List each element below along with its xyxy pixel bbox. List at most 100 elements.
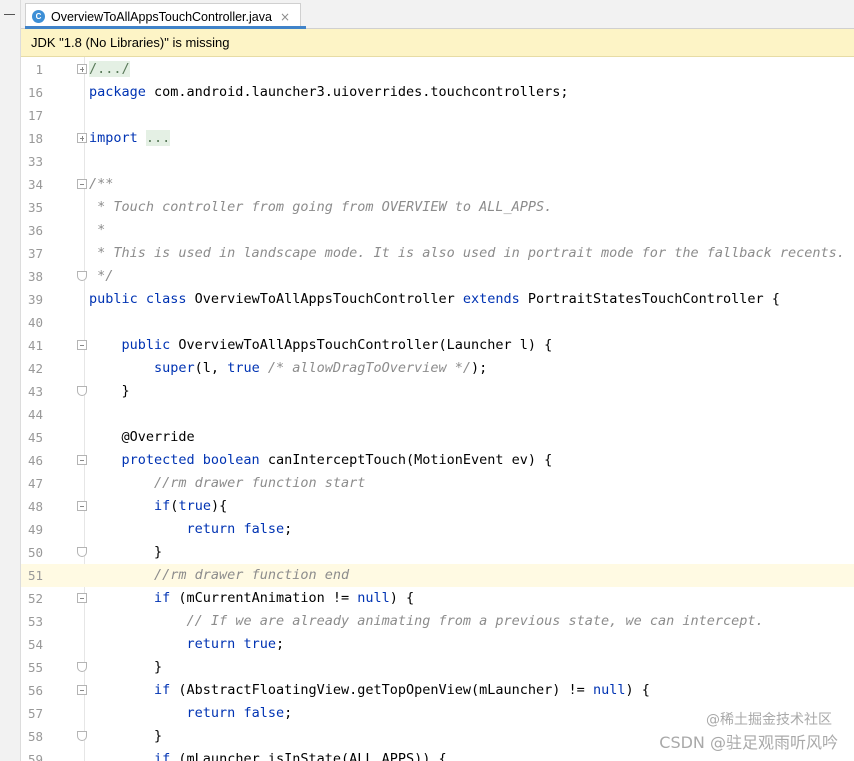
code-line[interactable]: 48 if(true){ (21, 495, 854, 518)
code-text: } (89, 656, 162, 679)
code-editor[interactable]: 1 /.../ 16 package com.android.launcher3.ui… (21, 57, 854, 761)
code-line[interactable]: 40 (21, 311, 854, 334)
code-line[interactable]: 55 } (21, 656, 854, 679)
fold-end-icon[interactable] (77, 731, 87, 741)
code-line[interactable]: 37 * This is used in landscape mode. It … (21, 242, 854, 265)
code-line[interactable]: 56 if (AbstractFloatingView.getTopOpenVi… (21, 679, 854, 702)
code-text: /.../ (89, 58, 130, 81)
code-line[interactable]: 1 /.../ (21, 58, 854, 81)
watermark-csdn: CSDN @驻足观雨听风吟 (659, 733, 838, 752)
code-token: public (121, 337, 171, 353)
line-number: 55 (27, 660, 43, 675)
code-token: (mCurrentAnimation != (170, 590, 358, 606)
expand-fold-icon[interactable] (77, 133, 87, 143)
expand-fold-icon[interactable] (77, 64, 87, 74)
code-line[interactable]: 44 (21, 403, 854, 426)
collapse-fold-icon[interactable] (77, 593, 87, 603)
code-line[interactable]: 35 * Touch controller from going from OV… (21, 196, 854, 219)
line-number: 33 (27, 154, 43, 169)
collapse-fold-icon[interactable] (77, 455, 87, 465)
code-text: @Override (89, 426, 195, 449)
collapse-icon[interactable] (4, 14, 15, 15)
line-number: 56 (27, 683, 43, 698)
code-line[interactable]: 52 if (mCurrentAnimation != null) { (21, 587, 854, 610)
code-token: true (178, 498, 211, 514)
code-text: /** (89, 173, 113, 196)
code-token: (AbstractFloatingView.getTopOpenView(mLa… (170, 682, 593, 698)
code-token: com.android.launcher3.uioverrides.touchc… (145, 84, 569, 100)
code-line[interactable]: 41 public OverviewToAllAppsTouchControll… (21, 334, 854, 357)
code-token: PortraitStatesTouchController { (519, 291, 780, 307)
code-line[interactable]: 53 // If we are already animating from a… (21, 610, 854, 633)
code-line[interactable]: 45 @Override (21, 426, 854, 449)
line-number: 44 (27, 407, 43, 422)
code-token: if (154, 751, 171, 761)
code-token: true (227, 360, 260, 376)
code-text: //rm drawer function start (89, 472, 365, 495)
line-number: 17 (27, 108, 43, 123)
code-text: * This is used in landscape mode. It is … (89, 242, 845, 265)
code-text: } (89, 541, 162, 564)
code-line[interactable]: 17 (21, 104, 854, 127)
code-line[interactable]: 33 (21, 150, 854, 173)
code-text: public class OverviewToAllAppsTouchContr… (89, 288, 780, 311)
line-number: 51 (27, 568, 43, 583)
code-line[interactable]: 47 //rm drawer function start (21, 472, 854, 495)
code-line[interactable]: 50 } (21, 541, 854, 564)
line-number: 41 (27, 338, 43, 353)
fold-end-icon[interactable] (77, 386, 87, 396)
code-token: /* allowDragToOverview */ (267, 360, 472, 376)
collapse-fold-icon[interactable] (77, 179, 87, 189)
code-token: return false (186, 705, 285, 721)
fold-end-icon[interactable] (77, 271, 87, 281)
code-line[interactable]: 46 protected boolean canInterceptTouch(M… (21, 449, 854, 472)
code-text: return false; (89, 518, 293, 541)
code-token: if (154, 590, 171, 606)
line-number: 57 (27, 706, 43, 721)
line-number: 53 (27, 614, 43, 629)
code-line[interactable]: 38 */ (21, 265, 854, 288)
code-token: ){ (210, 498, 228, 514)
code-token: import (89, 130, 138, 146)
line-number: 35 (27, 200, 43, 215)
code-line[interactable]: 36 * (21, 219, 854, 242)
code-line[interactable]: 54 return true; (21, 633, 854, 656)
code-token: @Override (89, 429, 195, 445)
code-token: // If we are already animating from a pr… (186, 613, 764, 629)
line-number: 39 (27, 292, 43, 307)
code-token: ; (275, 636, 285, 652)
code-text: * Touch controller from going from OVERV… (89, 196, 552, 219)
code-text: protected boolean canInterceptTouch(Moti… (89, 449, 553, 472)
code-line[interactable]: 49 return false; (21, 518, 854, 541)
collapse-fold-icon[interactable] (77, 340, 87, 350)
code-text: if(true){ (89, 495, 227, 518)
fold-end-icon[interactable] (77, 547, 87, 557)
code-line[interactable]: 18 import ... (21, 127, 854, 150)
code-token: ) { (389, 590, 415, 606)
collapse-fold-icon[interactable] (77, 685, 87, 695)
fold-end-icon[interactable] (77, 662, 87, 672)
code-token: OverviewToAllAppsTouchController(Launche… (170, 337, 553, 353)
collapse-fold-icon[interactable] (77, 501, 87, 511)
code-line[interactable]: 43 } (21, 380, 854, 403)
code-token: return false (186, 521, 285, 537)
close-tab-icon[interactable]: × (280, 10, 290, 24)
code-line[interactable]: 16 package com.android.launcher3.uioverri… (21, 81, 854, 104)
line-number: 43 (27, 384, 43, 399)
code-text: super(l, true /* allowDragToOverview */)… (89, 357, 487, 380)
code-text: if (AbstractFloatingView.getTopOpenView(… (89, 679, 650, 702)
structure-side-strip (0, 0, 21, 761)
code-token: super (154, 360, 195, 376)
line-number: 47 (27, 476, 43, 491)
code-token: ); (471, 360, 488, 376)
code-line[interactable]: 42 super(l, true /* allowDragToOverview … (21, 357, 854, 380)
code-line[interactable]: 51 //rm drawer function end (21, 564, 854, 587)
code-line[interactable]: 39 public class OverviewToAllAppsTouchCon… (21, 288, 854, 311)
code-token: (mLauncher.isInState(ALL_APPS)) { (170, 751, 447, 761)
code-line[interactable]: 34 /** (21, 173, 854, 196)
